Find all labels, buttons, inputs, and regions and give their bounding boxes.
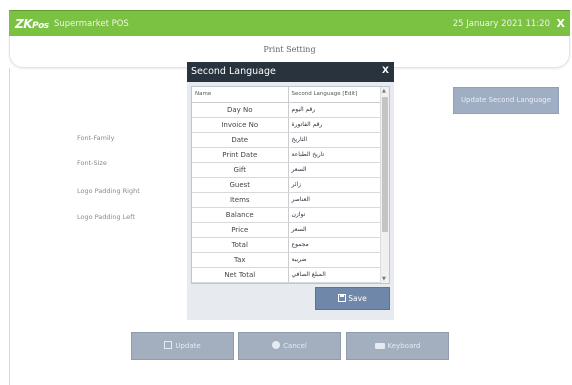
row-value-cell[interactable]: ضريبة	[288, 252, 381, 268]
table-row: Print Date تاريخ الطباعة	[192, 147, 381, 163]
row-value: مجموع	[291, 241, 309, 248]
row-value: التاريخ	[291, 136, 308, 143]
row-value: ضريبة	[291, 256, 307, 263]
scroll-thumb[interactable]	[382, 97, 388, 232]
row-value-cell[interactable]: رقم الفاتورة	[288, 117, 381, 133]
cancel-button-label: Cancel	[283, 342, 307, 350]
column-header-name: Name	[192, 87, 289, 103]
table-row: Net Total المبلغ الصافي	[192, 267, 381, 283]
row-value-cell[interactable]: زائر	[288, 177, 381, 193]
table-row: Day No رقم اليوم	[192, 102, 381, 118]
dialog-close-button[interactable]: X	[382, 66, 389, 76]
row-value-cell[interactable]: تاريخ الطباعة	[288, 147, 381, 163]
table-row: Date التاريخ	[192, 132, 381, 148]
dialog-title-bar: Second Language X	[187, 62, 394, 82]
grid-scrollbar[interactable]: ▲ ▼	[380, 87, 389, 283]
column-header-second-language: Second Language [Edit]	[288, 87, 381, 103]
grid-header-row: Name Second Language [Edit]	[192, 87, 381, 103]
keyboard-button[interactable]: Keyboard	[346, 332, 449, 360]
row-name: Gift	[192, 162, 289, 178]
row-name: Items	[192, 192, 289, 208]
row-value-cell[interactable]: السعر	[288, 222, 381, 238]
app-logo: ZKPos	[15, 17, 49, 31]
page-title: Print Setting	[263, 45, 316, 54]
update-second-language-button[interactable]: Update Second Language	[453, 87, 559, 114]
app-name: Supermarket POS	[54, 19, 129, 29]
keyboard-button-label: Keyboard	[387, 342, 421, 350]
row-value: زائر	[291, 181, 302, 188]
row-name: Invoice No	[192, 117, 289, 133]
update-button[interactable]: Update	[131, 332, 234, 360]
table-row: Gift السعر	[192, 162, 381, 178]
table-row: Tax ضريبة	[192, 252, 381, 268]
row-name: Tax	[192, 252, 289, 268]
table-row: Invoice No رقم الفاتورة	[192, 117, 381, 133]
row-name: Date	[192, 132, 289, 148]
row-value: السعر	[291, 166, 307, 173]
row-value: السعر	[291, 226, 307, 233]
row-name: Guest	[192, 177, 289, 193]
app-title-bar: ZKPos Supermarket POS 25 January 2021 11…	[9, 10, 570, 36]
row-value-cell[interactable]: السعر	[288, 162, 381, 178]
row-name: Net Total	[192, 267, 289, 283]
table-row: Total مجموع	[192, 237, 381, 253]
row-value-cell[interactable]: رقم اليوم	[288, 102, 381, 118]
row-name: Day No	[192, 102, 289, 118]
floppy-disk-icon	[338, 294, 347, 302]
row-value: رقم اليوم	[291, 106, 316, 113]
row-name: Price	[192, 222, 289, 238]
brand-zk: ZK	[15, 17, 33, 31]
cancel-circle-icon	[272, 341, 281, 349]
table-row: Balance توازن	[192, 207, 381, 223]
row-name: Total	[192, 237, 289, 253]
row-value-cell[interactable]: العناصر	[288, 192, 381, 208]
update-button-label: Update	[175, 342, 201, 350]
dialog-title: Second Language	[191, 66, 276, 77]
row-value: العناصر	[291, 196, 310, 203]
logo-padding-right-label: Logo Padding Right	[77, 187, 140, 195]
row-value: توازن	[291, 211, 306, 218]
logo-padding-left-label: Logo Padding Left	[77, 213, 135, 221]
font-family-label: Font-Family	[77, 134, 115, 142]
cancel-button[interactable]: Cancel	[238, 332, 341, 360]
row-name: Print Date	[192, 147, 289, 163]
row-value-cell[interactable]: المبلغ الصافي	[288, 267, 381, 283]
floppy-disk-icon	[164, 341, 173, 349]
current-datetime: 25 January 2021 11:20	[452, 19, 550, 29]
font-size-label: Font-Size	[77, 159, 107, 167]
row-value-cell[interactable]: توازن	[288, 207, 381, 223]
close-app-button[interactable]: X	[557, 17, 565, 30]
row-name: Balance	[192, 207, 289, 223]
row-value-cell[interactable]: التاريخ	[288, 132, 381, 148]
second-language-grid: Name Second Language [Edit] Day No رقم ال…	[191, 86, 390, 284]
page-left-border	[9, 68, 10, 385]
brand-pos: Pos	[32, 21, 49, 31]
save-button-label: Save	[348, 294, 367, 303]
row-value: تاريخ الطباعة	[291, 151, 325, 158]
keyboard-icon	[374, 343, 385, 349]
table-row: Guest زائر	[192, 177, 381, 193]
scroll-up-arrow-icon[interactable]: ▲	[382, 88, 386, 94]
table-row: Items العناصر	[192, 192, 381, 208]
table-row: Price السعر	[192, 222, 381, 238]
row-value-cell[interactable]: مجموع	[288, 237, 381, 253]
row-value: رقم الفاتورة	[291, 121, 323, 128]
scroll-down-arrow-icon[interactable]: ▼	[382, 276, 386, 282]
second-language-dialog: Second Language X Name Second Language […	[187, 62, 394, 320]
row-value: المبلغ الصافي	[291, 271, 326, 278]
save-button[interactable]: Save	[315, 287, 390, 310]
